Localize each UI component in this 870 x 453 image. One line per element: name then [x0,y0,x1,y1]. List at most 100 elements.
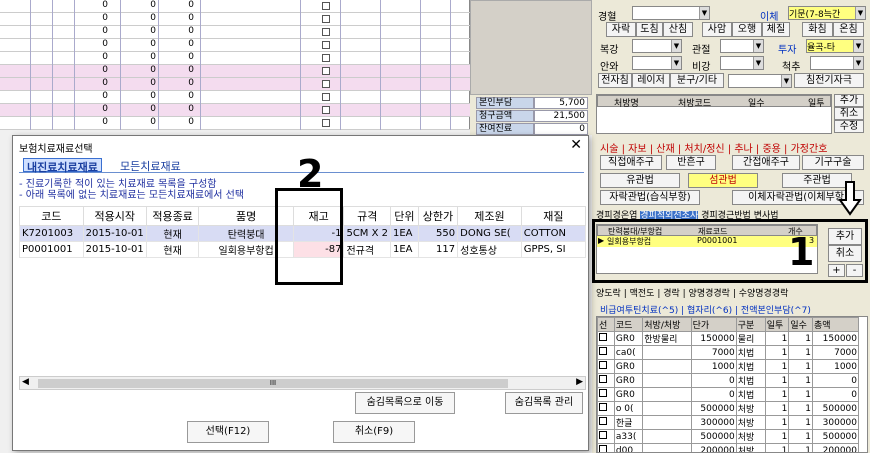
tab-jabo[interactable]: 자보 [628,144,646,155]
order-row[interactable]: a33(500000 처방 1 1 500000 [597,429,859,444]
order-checkbox[interactable] [597,415,615,430]
btn-etc[interactable]: 분구/기타 [670,73,724,88]
bg-grid-row[interactable]: 0 0 0 [0,104,470,117]
row-checkbox[interactable] [322,2,330,10]
cheokchu-select[interactable]: ▼ [810,56,864,70]
row-checkbox[interactable] [322,67,330,75]
close-icon[interactable]: ✕ [570,137,582,153]
bg-grid-row[interactable]: 0 0 0 [0,13,470,26]
bokgang-select[interactable]: ▼ [632,39,682,53]
bg-grid-row[interactable]: 0 0 0 [0,26,470,39]
horizontal-scrollbar[interactable]: ◀ III ▶ [19,376,586,390]
btn-hwachim[interactable]: 화침 [802,22,833,37]
tab-home-care[interactable]: 가정간호 [791,144,828,155]
row-checkbox[interactable] [322,106,330,114]
row-checkbox[interactable] [322,119,330,127]
btn-ohaeng[interactable]: 오행 [732,22,762,37]
scroll-right-icon[interactable]: ▶ [576,377,583,387]
tab-my-materials[interactable]: 내진료치료재료 [23,158,102,174]
btn-scar-moxa[interactable]: 반흔구 [666,155,716,170]
etc-select[interactable]: ▼ [728,74,792,88]
row-checkbox[interactable] [322,41,330,49]
order-row[interactable]: GR0 0 치법 1 1 0 [597,387,859,402]
btn-dochim[interactable]: 도침 [636,22,663,37]
bg-grid-row[interactable]: 0 0 0 [0,0,470,13]
tab-cheochi[interactable]: 처치/정신 [684,144,724,155]
row-checkbox[interactable] [322,28,330,36]
scroll-thumb[interactable]: III [38,379,508,388]
tab-sanjae[interactable]: 산재 [656,144,674,155]
tab-sisul[interactable]: 시술 [600,144,618,155]
bottom-tabs[interactable]: 양도락 | 맥전도 | 경락 | 양명경경락 | 수양명경경락 [596,286,788,299]
order-checkbox[interactable] [597,429,615,444]
bg-grid-row[interactable]: 0 0 0 [0,91,470,104]
order-row[interactable]: GR0 한방물리 150000 물리 1 1 150000 [597,331,859,346]
tab-gyeongrak[interactable]: 경락 [663,289,680,299]
btn-indirect-moxa[interactable]: 간접애주구 [732,155,800,170]
gwanjeol-select[interactable]: ▼ [720,39,764,53]
bg-grid-row[interactable]: 0 0 0 [0,65,470,78]
order-row[interactable]: GR0 1000 치법 1 1 1000 [597,359,859,374]
tab-jungyong[interactable]: 중용 [762,144,780,155]
row-checkbox[interactable] [322,80,330,88]
tab-full-self-pay[interactable]: 전액본인부담(^7) [741,306,811,316]
order-row[interactable]: ca0(7000 치법 1 1 7000 [597,345,859,360]
payment-tabs[interactable]: 비급여투틴치료(^5) | 협자리(^6) | 전액본인부담(^7) [600,303,811,316]
tab-noncovered[interactable]: 비급여투틴치료(^5) [600,306,678,316]
select-button[interactable]: 선택(F12) [187,421,269,443]
btn-saam[interactable]: 사암 [702,22,732,37]
tab-yangmyeong[interactable]: 양명경경락 [689,289,730,299]
tab-hyeopja[interactable]: 협자리(^6) [687,306,732,316]
order-checkbox[interactable] [597,443,615,452]
row-checkbox[interactable] [322,54,330,62]
prescription-grid[interactable]: 처방명 처방코드 일수 일투 [596,94,832,134]
btn-yugwan[interactable]: 유관법 [600,173,680,188]
bigang-select[interactable]: ▼ [720,56,764,70]
order-checkbox[interactable] [597,359,615,374]
btn-device-moxa[interactable]: 기구구술 [802,155,864,170]
btn-electro[interactable]: 전자침 [598,73,632,88]
row-checkbox[interactable] [322,15,330,23]
btn-onchim[interactable]: 온침 [833,22,864,37]
btn-direct-moxa[interactable]: 직접애주구 [600,155,662,170]
order-row[interactable]: o 0(500000 처방 1 1 500000 [597,401,859,416]
order-checkbox[interactable] [597,387,615,402]
yulgok-select[interactable]: 율곡-타 ▼ [806,39,864,53]
row-checkbox[interactable] [322,93,330,101]
tab-all-materials[interactable]: 모든치료재료 [117,158,184,173]
tab-maekjeon[interactable]: 맥전도 [630,289,655,299]
move-to-hidden-button[interactable]: 숨김목록으로 이동 [355,392,455,414]
btn-chejil[interactable]: 체질 [762,22,790,37]
orders-table-container[interactable]: 선 코드 처방/처방 단가 구분 일투 일수 총액 GR0 한방물리 150000 물… [596,316,868,453]
gyeonghyeol-select[interactable]: ▼ [632,6,710,20]
tab-yangdorak[interactable]: 양도락 [596,289,621,299]
btn-sanchim[interactable]: 산침 [663,22,693,37]
gimun-select[interactable]: 기문(7-8늑간 ▼ [788,6,866,20]
btn-laser[interactable]: 레이저 [632,73,670,88]
treatment-tabs[interactable]: 시술 | 자보 | 산재 | 처치/정신 | 추나 | 중용 | 가정간호 [600,140,827,155]
order-checkbox[interactable] [597,345,615,360]
order-row[interactable]: 한글 300000 처방 1 1 300000 [597,415,859,430]
anwa-select[interactable]: ▼ [632,56,682,70]
order-checkbox[interactable] [597,373,615,388]
bg-grid-row[interactable]: 0 0 0 [0,78,470,91]
btn-wet-cupping[interactable]: 자락관법(습식부항) [600,190,700,205]
edit-rx-button[interactable]: 수정 [834,120,864,133]
btn-seomgwan[interactable]: 섬관법 [688,173,758,188]
manage-hidden-button[interactable]: 숨김목록 관리 [505,392,583,414]
cancel-rx-button[interactable]: 취소 [834,107,864,120]
btn-electro-stim[interactable]: 침전기자극 [794,73,864,88]
order-checkbox[interactable] [597,401,615,416]
tab-chuna[interactable]: 추나 [734,144,752,155]
order-row[interactable]: GR0 0 치법 1 1 0 [597,373,859,388]
order-row[interactable]: d00 200000 처방 1 1 200000 [597,443,859,452]
bg-grid-row[interactable]: 0 0 0 [0,52,470,65]
scroll-left-icon[interactable]: ◀ [22,377,29,387]
add-rx-button[interactable]: 추가 [834,94,864,107]
tab-suyangmyeong[interactable]: 수양명경경락 [739,289,789,299]
btn-jarak[interactable]: 자락 [606,22,636,37]
cancel-button[interactable]: 취소(F9) [333,421,415,443]
order-checkbox[interactable] [597,331,615,346]
bg-grid-row[interactable]: 0 0 0 [0,39,470,52]
bg-grid-row[interactable]: 0 0 0 [0,117,470,130]
